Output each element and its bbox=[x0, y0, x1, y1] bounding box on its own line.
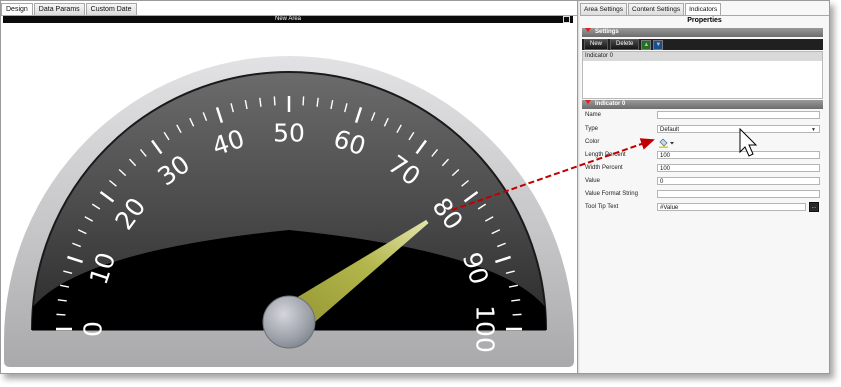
minor-tick bbox=[302, 96, 305, 106]
indicator-toolbar: New Delete ▲ ▼ bbox=[582, 39, 823, 50]
tooltip-field[interactable]: #Value bbox=[657, 203, 806, 211]
arrow-up-icon[interactable]: ▲ bbox=[641, 39, 652, 50]
collapse-icon[interactable] bbox=[585, 28, 591, 32]
collapse-icon[interactable] bbox=[585, 100, 591, 104]
tab-custom-date[interactable]: Custom Date bbox=[85, 3, 137, 15]
tooltip-label: Tool Tip Text bbox=[585, 204, 619, 210]
name-field[interactable] bbox=[657, 111, 820, 119]
designer-tabs: Design Data Params Custom Date bbox=[1, 3, 137, 16]
indicator-section-label: Indicator 0 bbox=[595, 101, 626, 107]
indicator-list[interactable]: Indicator 0 bbox=[582, 51, 823, 99]
tick-label: 100 bbox=[471, 305, 500, 353]
gauge-widget[interactable]: 010203040 50 60708090100 bbox=[1, 23, 577, 373]
properties-pane: Area Settings Content Settings Indicator… bbox=[580, 1, 829, 373]
type-select[interactable]: Default ▼ bbox=[657, 125, 820, 133]
value-label: Value bbox=[585, 178, 600, 184]
design-pane: Design Data Params Custom Date New Area bbox=[1, 1, 577, 373]
settings-section-label: Settings bbox=[595, 29, 619, 35]
tab-content-settings[interactable]: Content Settings bbox=[628, 3, 685, 15]
width-percent-field[interactable]: 100 bbox=[657, 164, 820, 172]
maximize-icon[interactable] bbox=[563, 16, 570, 23]
new-button[interactable]: New bbox=[584, 39, 609, 50]
format-string-label: Value Format String bbox=[585, 191, 638, 197]
minor-tick bbox=[512, 313, 522, 316]
tooltip-browse-button[interactable]: ... bbox=[809, 202, 819, 212]
delete-button[interactable]: Delete bbox=[610, 39, 640, 50]
value-field[interactable]: 0 bbox=[657, 177, 820, 185]
type-select-value: Default bbox=[660, 127, 680, 133]
chevron-down-icon[interactable]: ▼ bbox=[811, 126, 816, 134]
list-item[interactable]: Indicator 0 bbox=[583, 52, 822, 61]
length-percent-label: Length Percent bbox=[585, 152, 626, 158]
name-label: Name bbox=[585, 112, 602, 118]
width-percent-label: Width Percent bbox=[585, 165, 623, 171]
settings-section-header[interactable]: Settings bbox=[582, 28, 823, 37]
minor-tick bbox=[273, 96, 276, 106]
area-title-bar[interactable]: New Area bbox=[3, 16, 573, 23]
color-label: Color bbox=[585, 139, 600, 145]
properties-title: Properties bbox=[687, 17, 722, 24]
area-title: New Area bbox=[274, 16, 301, 22]
format-string-field[interactable] bbox=[657, 190, 820, 198]
type-label: Type bbox=[585, 126, 599, 132]
color-picker[interactable] bbox=[659, 138, 675, 150]
tick-label: 0 bbox=[79, 321, 108, 337]
tab-indicators[interactable]: Indicators bbox=[685, 3, 722, 15]
indicator-section-header[interactable]: Indicator 0 bbox=[582, 100, 823, 109]
paint-bucket-icon bbox=[659, 138, 674, 148]
properties-tabs: Area Settings Content Settings Indicator… bbox=[580, 3, 722, 15]
tick-label: 50 bbox=[273, 119, 305, 148]
tab-area-settings[interactable]: Area Settings bbox=[580, 3, 628, 15]
arrow-down-icon[interactable]: ▼ bbox=[653, 39, 664, 50]
length-percent-field[interactable]: 100 bbox=[657, 151, 820, 159]
minor-tick bbox=[56, 313, 66, 316]
application-window: Design Data Params Custom Date New Area bbox=[0, 0, 830, 374]
tab-data-params[interactable]: Data Params bbox=[33, 3, 85, 15]
needle-cap bbox=[262, 295, 316, 349]
